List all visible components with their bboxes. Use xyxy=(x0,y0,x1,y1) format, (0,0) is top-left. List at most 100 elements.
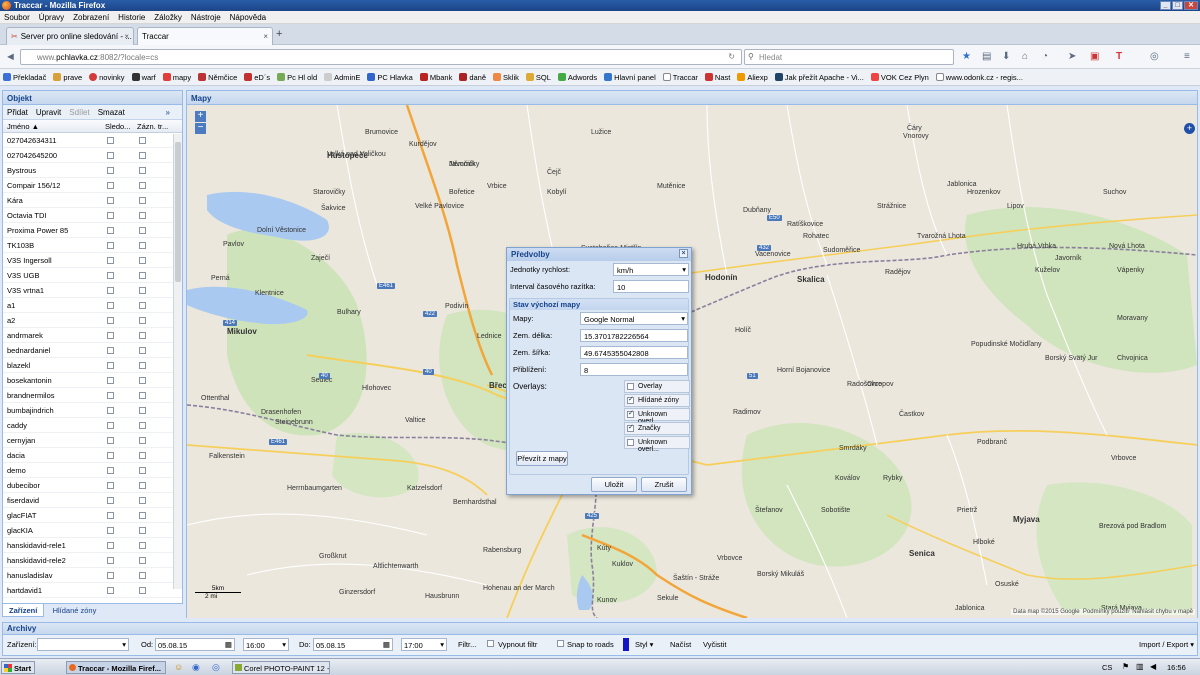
back-icon[interactable]: ◄ xyxy=(5,51,16,63)
bookmark-item[interactable]: Překladač xyxy=(3,73,46,82)
record-checkbox[interactable] xyxy=(139,272,146,279)
bookmark-item[interactable]: Hlavní panel xyxy=(604,73,656,82)
device-row[interactable]: V3S vrtna1 xyxy=(3,283,182,298)
follow-checkbox[interactable] xyxy=(107,587,114,594)
device-row[interactable]: hanskidavid-rele2 xyxy=(3,553,182,568)
device-row[interactable]: demo xyxy=(3,463,182,478)
follow-checkbox[interactable] xyxy=(107,392,114,399)
overlay-checkbox[interactable] xyxy=(627,423,634,432)
device-row[interactable]: TK103B xyxy=(3,238,182,253)
record-checkbox[interactable] xyxy=(139,557,146,564)
device-row[interactable]: V3S UGB xyxy=(3,268,182,283)
overlay-option[interactable]: Hlídané zóny xyxy=(624,394,690,407)
device-row[interactable]: dacia xyxy=(3,448,182,463)
follow-checkbox[interactable] xyxy=(107,377,114,384)
tab-devices[interactable]: Zařízení xyxy=(2,604,45,617)
language-indicator[interactable]: CS xyxy=(1102,663,1112,672)
zoom-input[interactable]: 8 xyxy=(580,363,688,376)
bookmark-item[interactable]: novinky xyxy=(89,73,125,82)
follow-checkbox[interactable] xyxy=(107,242,114,249)
follow-checkbox[interactable] xyxy=(107,542,114,549)
share-button[interactable]: Sdílet xyxy=(69,105,89,120)
follow-checkbox[interactable] xyxy=(107,317,114,324)
record-checkbox[interactable] xyxy=(139,347,146,354)
bookmark-item[interactable]: Pc Hl old xyxy=(277,73,317,82)
menu-icon[interactable]: ≡ xyxy=(1184,51,1190,62)
record-checkbox[interactable] xyxy=(139,407,146,414)
record-checkbox[interactable] xyxy=(139,542,146,549)
follow-checkbox[interactable] xyxy=(107,167,114,174)
record-checkbox[interactable] xyxy=(139,362,146,369)
bookmark-item[interactable]: AdminE xyxy=(324,73,360,82)
bookmark-item[interactable]: VOK Cez Plyn xyxy=(870,73,929,82)
follow-checkbox[interactable] xyxy=(107,137,114,144)
bookmark-item[interactable]: eD´s xyxy=(244,73,270,82)
dialog-close-button[interactable]: × xyxy=(679,249,688,258)
device-row[interactable]: bednardaniel xyxy=(3,343,182,358)
record-checkbox[interactable] xyxy=(139,437,146,444)
record-checkbox[interactable] xyxy=(139,482,146,489)
import-export-button[interactable]: Import / Export ▾ xyxy=(1139,640,1194,649)
menu-history[interactable]: Historie xyxy=(118,11,145,24)
menu-tools[interactable]: Nástroje xyxy=(191,11,221,24)
device-row[interactable]: blazekl xyxy=(3,358,182,373)
addon-icon[interactable]: ◎ xyxy=(1150,51,1159,62)
clear-button[interactable]: Vyčistit xyxy=(703,640,726,649)
record-checkbox[interactable] xyxy=(139,317,146,324)
quicklaunch-icon[interactable]: ☺ xyxy=(174,662,183,672)
follow-checkbox[interactable] xyxy=(107,212,114,219)
device-row[interactable]: bumbajindrich xyxy=(3,403,182,418)
from-time-field[interactable]: 16:00 ▾ xyxy=(243,638,289,651)
follow-checkbox[interactable] xyxy=(107,332,114,339)
delete-button[interactable]: Smazat xyxy=(98,105,125,120)
device-row[interactable]: 027042634311 xyxy=(3,133,182,148)
record-checkbox[interactable] xyxy=(139,227,146,234)
device-row[interactable]: dubecibor xyxy=(3,478,182,493)
follow-checkbox[interactable] xyxy=(107,152,114,159)
follow-checkbox[interactable] xyxy=(107,407,114,414)
follow-checkbox[interactable] xyxy=(107,182,114,189)
reload-icon[interactable]: ↻ xyxy=(728,52,735,61)
follow-checkbox[interactable] xyxy=(107,302,114,309)
record-checkbox[interactable] xyxy=(139,527,146,534)
edit-button[interactable]: Upravit xyxy=(36,105,61,120)
zoom-in-button[interactable]: + xyxy=(195,111,206,122)
bookmark-item[interactable]: warf xyxy=(131,73,156,82)
take-from-map-button[interactable]: Převzít z mapy xyxy=(516,451,568,466)
bookmark-item[interactable]: Traccar xyxy=(662,73,698,82)
style-color-swatch[interactable] xyxy=(623,638,629,651)
filter-button[interactable]: Filtr... xyxy=(458,640,476,649)
record-checkbox[interactable] xyxy=(139,212,146,219)
device-row[interactable]: glacKIA xyxy=(3,523,182,538)
record-checkbox[interactable] xyxy=(139,497,146,504)
overlay-checkbox[interactable] xyxy=(627,395,634,404)
follow-checkbox[interactable] xyxy=(107,557,114,564)
overlay-option[interactable]: Unknown overl... xyxy=(624,408,690,425)
record-checkbox[interactable] xyxy=(139,392,146,399)
taskbar-item-corel[interactable]: Corel PHOTO-PAINT 12 -... xyxy=(232,661,330,674)
map-canvas[interactable]: + − + Hustopeče Němčičky Bořetice Velké Pav… xyxy=(187,105,1197,618)
bookmark-star-icon[interactable]: ★ xyxy=(962,51,971,62)
calendar-icon[interactable]: ▦ xyxy=(225,640,232,649)
overlay-option[interactable]: Unknown overl... xyxy=(624,436,690,453)
volume-icon[interactable]: ◀ xyxy=(1150,662,1156,671)
column-record[interactable]: Zázn. tr... xyxy=(137,122,168,131)
calendar-icon[interactable]: ▦ xyxy=(383,640,390,649)
record-checkbox[interactable] xyxy=(139,257,146,264)
record-checkbox[interactable] xyxy=(139,137,146,144)
add-button[interactable]: Přidat xyxy=(7,105,28,120)
from-date-field[interactable]: 05.08.15 ▦ xyxy=(155,638,235,651)
close-tab-icon[interactable]: × xyxy=(263,32,268,41)
bookmark-item[interactable]: SQL xyxy=(525,73,551,82)
tray-icon[interactable]: ⚑ xyxy=(1122,662,1129,671)
network-icon[interactable]: ▥ xyxy=(1136,662,1144,671)
new-tab-button[interactable]: + xyxy=(276,28,282,40)
device-row[interactable]: Bystrous xyxy=(3,163,182,178)
load-button[interactable]: Načíst xyxy=(670,640,691,649)
device-row[interactable]: Compair 156/12 xyxy=(3,178,182,193)
speed-unit-select[interactable]: km/h ▾ xyxy=(613,263,689,276)
quicklaunch-icon[interactable]: ◎ xyxy=(212,662,220,673)
no-filter-checkbox[interactable] xyxy=(487,640,494,647)
bookmark-item[interactable]: Nast xyxy=(704,73,730,82)
device-row[interactable]: a2 xyxy=(3,313,182,328)
